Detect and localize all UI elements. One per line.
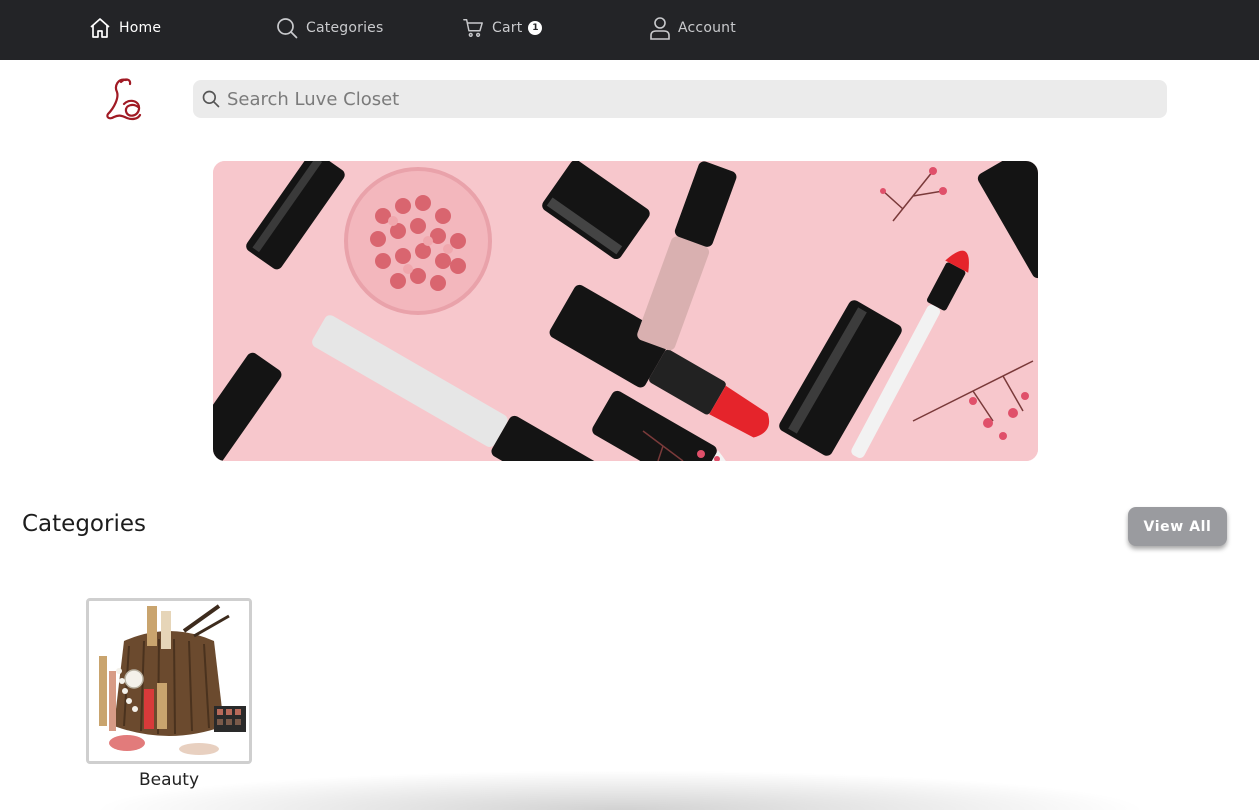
categories-section-title: Categories [22,511,146,537]
search-icon [202,90,220,108]
nav-account-label: Account [678,20,736,36]
user-icon [650,17,670,40]
nav-home-label: Home [119,20,162,36]
cart-icon [463,19,483,37]
category-label-beauty: Beauty [138,770,200,790]
makeup-banner-illustration [213,161,1038,461]
top-navigation-bar: Home Categories Cart 1 Account [0,0,1259,60]
home-icon [90,18,110,38]
cart-count-badge: 1 [528,21,543,35]
view-all-button[interactable]: View All [1128,507,1227,546]
search-bar[interactable] [193,80,1167,118]
nav-home[interactable]: Home [88,14,161,42]
category-card-beauty[interactable] [86,598,252,764]
brand-logo[interactable] [100,74,150,124]
nav-categories[interactable]: Categories [275,14,383,42]
search-input[interactable] [225,87,1129,111]
nav-account[interactable]: Account [649,14,736,42]
nav-cart-label: Cart [492,20,523,36]
search-icon [277,18,298,39]
beauty-category-image [89,601,249,761]
nav-categories-label: Categories [306,20,384,36]
hero-banner-image[interactable] [213,161,1038,461]
luve-closet-logo-icon [106,78,142,121]
nav-cart[interactable]: Cart 1 [462,14,543,42]
